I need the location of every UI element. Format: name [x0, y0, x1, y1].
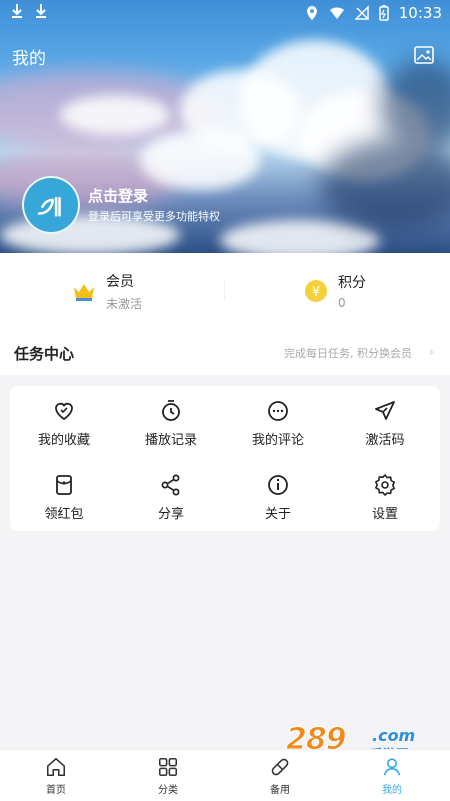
grid-item-red-packet[interactable]: 领红包: [10, 473, 118, 533]
points-value: 0: [338, 296, 346, 310]
share-icon: [161, 474, 180, 496]
vip-label: 会员: [106, 273, 134, 290]
download-icon: [36, 4, 46, 18]
grid-item-about[interactable]: 关于: [224, 473, 332, 533]
info-icon: [268, 475, 288, 495]
battery-icon: [379, 5, 389, 21]
grid-item-favorites[interactable]: 我的收藏: [10, 399, 118, 459]
gear-icon: [375, 474, 395, 496]
status-bar: 10:33: [0, 0, 450, 26]
grid-label: 我的收藏: [37, 433, 90, 448]
pill-icon: [271, 758, 289, 776]
home-icon: [46, 757, 66, 777]
wifi-icon: [329, 7, 344, 19]
login-link[interactable]: 点击登录: [88, 185, 148, 206]
location-icon: [306, 6, 317, 20]
points-status[interactable]: ¥ 积分 0: [304, 269, 366, 313]
crown-icon: [74, 284, 94, 301]
login-subtitle: 登录后可享受更多功能特权: [88, 210, 220, 223]
change-background-image-icon[interactable]: [414, 46, 434, 64]
vip-status[interactable]: 会员 未激活: [72, 269, 142, 313]
clock-time: 10:33: [398, 4, 442, 22]
page-title: 我的: [12, 49, 46, 69]
task-center-hint: 完成每日任务, 积分换会员: [284, 347, 412, 360]
points-label: 积分: [338, 275, 366, 291]
task-center-title: 任务中心: [14, 345, 75, 363]
task-center-row[interactable]: 任务中心 完成每日任务, 积分换会员 ›: [0, 331, 450, 375]
send-icon: [375, 401, 395, 420]
avatar[interactable]: [22, 176, 80, 234]
grid-label: 分享: [157, 507, 184, 522]
vip-value: 未激活: [106, 296, 143, 311]
bottom-nav: 首页 分类 备用 我的: [0, 749, 450, 801]
grid-item-settings[interactable]: 设置: [331, 473, 439, 533]
nav-label: 我的: [382, 785, 402, 796]
grid-item-share[interactable]: 分享: [117, 473, 225, 533]
grid-label: 关于: [264, 507, 291, 522]
red-packet-icon: [56, 475, 72, 495]
nav-item-mine[interactable]: 我的: [352, 756, 432, 796]
grid-label: 播放记录: [144, 433, 197, 448]
chevron-right-icon: ›: [428, 345, 434, 360]
nav-label: 首页: [46, 785, 66, 796]
user-icon: [383, 758, 401, 776]
feature-grid: 我的收藏 播放记录 我的评论 激活码 领红包 分享 关于 设置: [10, 386, 440, 531]
comment-icon: [268, 401, 288, 421]
coin-symbol: ¥: [312, 285, 320, 300]
nav-label: 分类: [158, 785, 178, 796]
stats-row: 会员 未激活 ¥ 积分 0: [0, 253, 450, 331]
nav-item-category[interactable]: 分类: [128, 756, 208, 796]
app-logo-icon: [37, 196, 61, 217]
download-icon: [12, 4, 22, 18]
grid-label: 我的评论: [251, 433, 304, 448]
divider: [224, 281, 225, 301]
nav-label: 备用: [270, 785, 290, 796]
grid-label: 激活码: [365, 433, 405, 448]
grid-label: 领红包: [44, 507, 84, 522]
coin-icon: ¥: [305, 280, 327, 302]
heart-icon: [55, 402, 73, 421]
no-signal-icon: [354, 5, 369, 20]
nav-item-backup[interactable]: 备用: [240, 756, 320, 796]
watermark-domain: .com: [372, 726, 416, 745]
grid-item-comments[interactable]: 我的评论: [224, 399, 332, 459]
grid-item-activation-code[interactable]: 激活码: [331, 399, 439, 459]
grid-label: 设置: [371, 507, 398, 522]
profile-header-banner: 10:33 我的 点击登录 登录后可享受更多功能特权: [0, 0, 450, 253]
grid-icon: [158, 757, 178, 777]
nav-item-home[interactable]: 首页: [16, 756, 96, 796]
clock-icon: [162, 400, 180, 421]
grid-item-history[interactable]: 播放记录: [117, 399, 225, 459]
